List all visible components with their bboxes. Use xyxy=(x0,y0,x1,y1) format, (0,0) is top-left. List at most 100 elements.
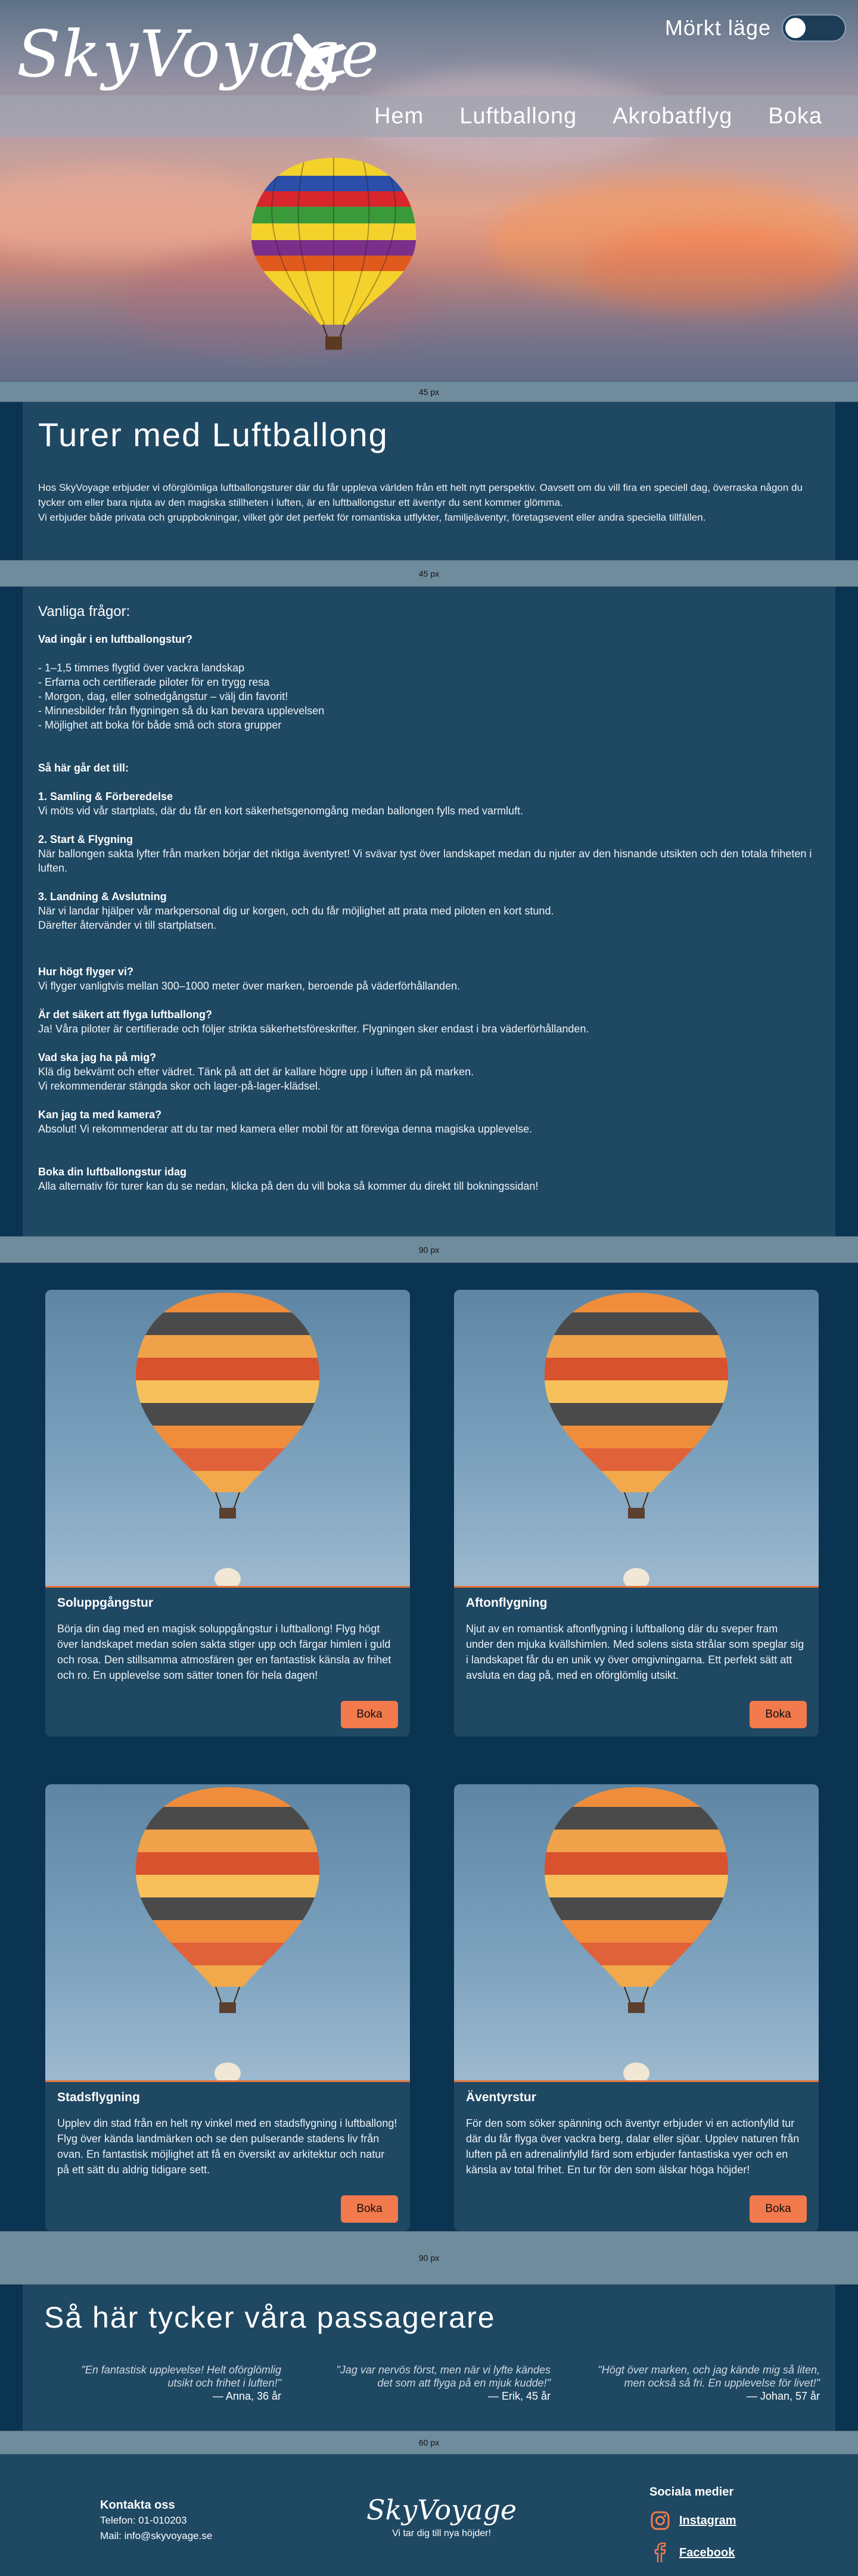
step: 3. Landning & Avslutning När vi landar h… xyxy=(38,889,820,932)
testimonial-quote: det som att flyga på en mjuk kudde!" xyxy=(377,2377,551,2389)
book-button[interactable]: Boka xyxy=(750,2195,807,2223)
card-description: Upplev din stad från en helt ny vinkel m… xyxy=(57,2117,397,2176)
social-title: Sociala medier xyxy=(649,2485,734,2499)
faq-item: Hur högt flyger vi? Vi flyger vanligtvis… xyxy=(38,965,820,993)
balloon-photo xyxy=(135,1293,320,1586)
faq-question: Vad ingår i en luftballongstur? xyxy=(38,633,193,645)
book-button[interactable]: Boka xyxy=(750,1701,807,1728)
footer-contact: Kontakta oss Telefon: 01-010203 Mail: in… xyxy=(100,2497,212,2544)
card-body: Äventyrstur För den som söker spänning o… xyxy=(454,2082,819,2186)
dark-mode-toggle[interactable] xyxy=(782,14,846,42)
tour-cards-section: Soluppgångstur Börja din dag med en magi… xyxy=(0,1263,858,2231)
step: 2. Start & Flygning När ballongen sakta … xyxy=(38,832,820,875)
contact-email[interactable]: Mail: info@skyvoyage.se xyxy=(100,2528,212,2544)
footer-logo[interactable]: SkyVoyage xyxy=(366,2496,517,2524)
spacer-label: 45 px xyxy=(0,381,858,402)
social-label: Instagram xyxy=(679,2513,736,2527)
booking-title: Boka din luftballongstur idag xyxy=(38,1166,186,1178)
tour-card[interactable]: Stadsflygning Upplev din stad från en he… xyxy=(45,1784,410,2231)
faq-item: Vad ska jag ha på mig? Klä dig bekvämt o… xyxy=(38,1050,820,1093)
faq-answer: Ja! Våra piloter är certifierade och föl… xyxy=(38,1023,589,1035)
step-title: 2. Start & Flygning xyxy=(38,833,133,845)
testimonial: "Jag var nervös först, men när vi lyfte … xyxy=(300,2363,551,2403)
social-label: Facebook xyxy=(679,2546,735,2559)
spacer-label: 60 px xyxy=(0,2431,858,2454)
social-link-facebook[interactable]: Facebook xyxy=(649,2542,736,2563)
facebook-icon xyxy=(654,2542,666,2562)
tour-image xyxy=(454,1290,819,1588)
footer-tagline: Vi tar dig till nya höjder! xyxy=(392,2528,492,2538)
card-title: Stadsflygning xyxy=(57,2090,140,2104)
how-it-works-title: Så här går det till: xyxy=(38,762,129,774)
airplane-icon xyxy=(293,33,347,92)
faq-section: Vanliga frågor: Vad ingår i en luftballo… xyxy=(23,587,835,1236)
balloon-photo xyxy=(135,1787,320,2080)
list-item: - Möjlighet att boka för både små och st… xyxy=(38,719,282,731)
card-title: Aftonflygning xyxy=(466,1596,548,1610)
included-list: - 1–1,5 timmes flygtid över vackra lands… xyxy=(38,661,820,732)
spacer-label: 45 px xyxy=(0,560,858,587)
nav-item-boka[interactable]: Boka xyxy=(768,104,822,129)
card-description: Börja din dag med en magisk soluppgångst… xyxy=(57,1623,391,1681)
book-button[interactable]: Boka xyxy=(341,1701,398,1728)
step-title: 1. Samling & Förberedelse xyxy=(38,791,173,802)
nav-item-luftballong[interactable]: Luftballong xyxy=(459,104,577,129)
intro-paragraph: Hos SkyVoyage erbjuder vi oförglömliga l… xyxy=(38,482,803,508)
toggle-knob xyxy=(785,18,806,38)
step-text: Vi möts vid vår startplats, där du får e… xyxy=(38,805,524,817)
testimonial-quote: men också så fri. En upplevelse för live… xyxy=(624,2377,820,2389)
card-body: Soluppgångstur Börja din dag med en magi… xyxy=(45,1588,410,1691)
faq-question: Kan jag ta med kamera? xyxy=(38,1109,162,1121)
testimonial-author: — Erik, 45 år xyxy=(487,2390,551,2402)
footer-brand: SkyVoyage Vi tar dig till nya höjder! xyxy=(366,2496,517,2539)
nav-item-hem[interactable]: Hem xyxy=(374,104,424,129)
page-title: Turer med Luftballong xyxy=(38,416,388,453)
footer: Kontakta oss Telefon: 01-010203 Mail: in… xyxy=(0,2454,858,2576)
testimonial-quote: "Jag var nervös först, men när vi lyfte … xyxy=(336,2364,551,2376)
step-text: När vi landar hjälper vår markpersonal d… xyxy=(38,905,554,917)
faq-question: Är det säkert att flyga luftballong? xyxy=(38,1009,213,1021)
faq-answer: Klä dig bekvämt och efter vädret. Tänk p… xyxy=(38,1066,474,1078)
card-description: Njut av en romantisk aftonflygning i luf… xyxy=(466,1623,804,1681)
list-item: - Minnesbilder från flygningen så du kan… xyxy=(38,705,325,717)
faq-answer: Vi flyger vanligtvis mellan 300–1000 met… xyxy=(38,980,461,992)
intro-paragraph: Vi erbjuder både privata och gruppboknin… xyxy=(38,512,706,523)
step-text: Därefter återvänder vi till startplatsen… xyxy=(38,919,217,931)
contact-title: Kontakta oss xyxy=(100,2499,175,2512)
logo[interactable]: SkyVoyage xyxy=(17,23,379,100)
contact-phone: Telefon: 01-010203 xyxy=(100,2515,187,2526)
footer-social: Sociala medier Instagram Facebook xyxy=(649,2485,736,2574)
list-item: - 1–1,5 timmes flygtid över vackra lands… xyxy=(38,662,245,674)
tour-card[interactable]: Äventyrstur För den som söker spänning o… xyxy=(454,1784,819,2231)
testimonials-section: Så här tycker våra passagerare "En fanta… xyxy=(23,2285,835,2431)
book-button[interactable]: Boka xyxy=(341,2195,398,2223)
testimonial-author: — Anna, 36 år xyxy=(212,2390,281,2402)
faq-answer: Vi rekommenderar stängda skor och lager-… xyxy=(38,1080,321,1092)
card-title: Soluppgångstur xyxy=(57,1596,153,1610)
tour-image xyxy=(45,1290,410,1588)
list-item: - Morgon, dag, eller solnedgångstur – vä… xyxy=(38,690,288,702)
tour-card[interactable]: Soluppgångstur Börja din dag med en magi… xyxy=(45,1290,410,1737)
balloon-photo xyxy=(544,1293,729,1586)
testimonial-quote: utsikt och frihet i luften!" xyxy=(167,2377,281,2389)
testimonials-title: Så här tycker våra passagerare xyxy=(44,2301,496,2334)
booking-cta: Boka din luftballongstur idag Alla alter… xyxy=(38,1165,820,1193)
hot-air-balloon-illustration xyxy=(251,158,416,350)
social-link-instagram[interactable]: Instagram xyxy=(649,2510,736,2531)
list-item: - Erfarna och certifierade piloter för e… xyxy=(38,676,270,688)
card-description: För den som söker spänning och äventyr e… xyxy=(466,2117,800,2176)
booking-text: Alla alternativ för turer kan du se neda… xyxy=(38,1180,539,1192)
tour-image xyxy=(454,1784,819,2082)
testimonial: "En fantastisk upplevelse! Helt oförglöm… xyxy=(31,2363,281,2403)
tour-card[interactable]: Aftonflygning Njut av en romantisk afton… xyxy=(454,1290,819,1737)
faq-question: Hur högt flyger vi? xyxy=(38,966,134,978)
hero-fade xyxy=(0,238,858,381)
spacer-label: 90 px xyxy=(0,2231,858,2285)
testimonial: "Högt över marken, och jag kände mig så … xyxy=(570,2363,820,2403)
card-body: Aftonflygning Njut av en romantisk afton… xyxy=(454,1588,819,1691)
balloon-photo xyxy=(544,1787,729,2080)
testimonials-row: "En fantastisk upplevelse! Helt oförglöm… xyxy=(23,2363,835,2403)
hero-section: SkyVoyage Mörkt läge Hem Luftballong Akr… xyxy=(0,0,858,381)
nav-item-akrobatflyg[interactable]: Akrobatflyg xyxy=(613,104,732,129)
faq-label: Vanliga frågor: xyxy=(38,603,130,620)
